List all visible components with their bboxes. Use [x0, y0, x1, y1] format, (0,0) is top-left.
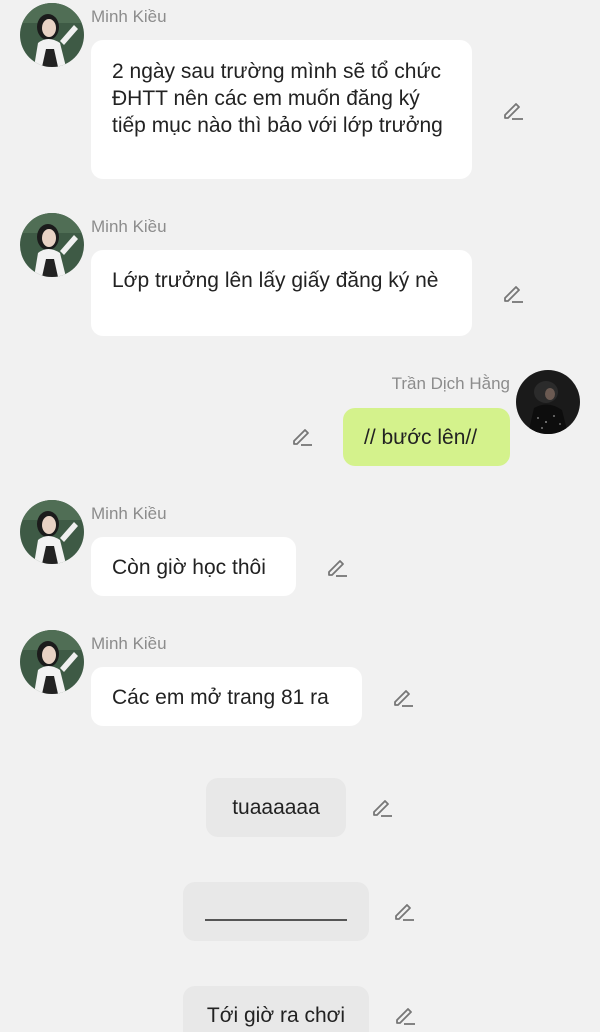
avatar[interactable] [20, 213, 84, 277]
message-text: Còn giờ học thôi [112, 556, 266, 579]
edit-icon[interactable] [371, 796, 393, 818]
blank-line [205, 919, 347, 921]
message-bubble[interactable]: 2 ngày sau trường mình sẽ tổ chức ĐHTT n… [91, 40, 472, 179]
message-bubble[interactable]: Các em mở trang 81 ra [91, 667, 362, 726]
avatar[interactable] [20, 630, 84, 694]
sender-name: Minh Kiều [91, 504, 167, 523]
message-bubble[interactable]: Lớp trưởng lên lấy giấy đăng ký nè [91, 250, 472, 336]
sender-name: Minh Kiều [91, 634, 167, 653]
avatar[interactable] [20, 3, 84, 67]
message-text: tuaaaaaa [232, 796, 320, 819]
message-text: // bước lên// [364, 426, 478, 449]
message-text: Tới giờ ra chơi [206, 1004, 346, 1027]
message-bubble[interactable]: // bước lên// [343, 408, 510, 466]
avatar[interactable] [20, 500, 84, 564]
message-text: Các em mở trang 81 ra [112, 686, 329, 709]
avatar[interactable] [516, 370, 580, 434]
message-bubble[interactable]: tuaaaaaa [206, 778, 346, 837]
edit-icon[interactable] [502, 99, 524, 121]
chat-thread: Minh Kiều 2 ngày sau trường mình sẽ tổ c… [0, 0, 600, 1032]
sender-name: Trần Dịch Hằng [391, 374, 510, 393]
edit-icon[interactable] [291, 425, 313, 447]
sender-name: Minh Kiều [91, 217, 167, 236]
message-text: Lớp trưởng lên lấy giấy đăng ký nè [112, 269, 439, 292]
message-bubble[interactable] [183, 882, 369, 941]
message-bubble[interactable]: Còn giờ học thôi [91, 537, 296, 596]
edit-icon[interactable] [392, 686, 414, 708]
edit-icon[interactable] [326, 556, 348, 578]
message-bubble[interactable]: Tới giờ ra chơi [183, 986, 369, 1032]
edit-icon[interactable] [393, 900, 415, 922]
edit-icon[interactable] [394, 1004, 416, 1026]
sender-name: Minh Kiều [91, 7, 167, 26]
message-text: 2 ngày sau trường mình sẽ tổ chức ĐHTT n… [112, 60, 443, 137]
edit-icon[interactable] [502, 282, 524, 304]
